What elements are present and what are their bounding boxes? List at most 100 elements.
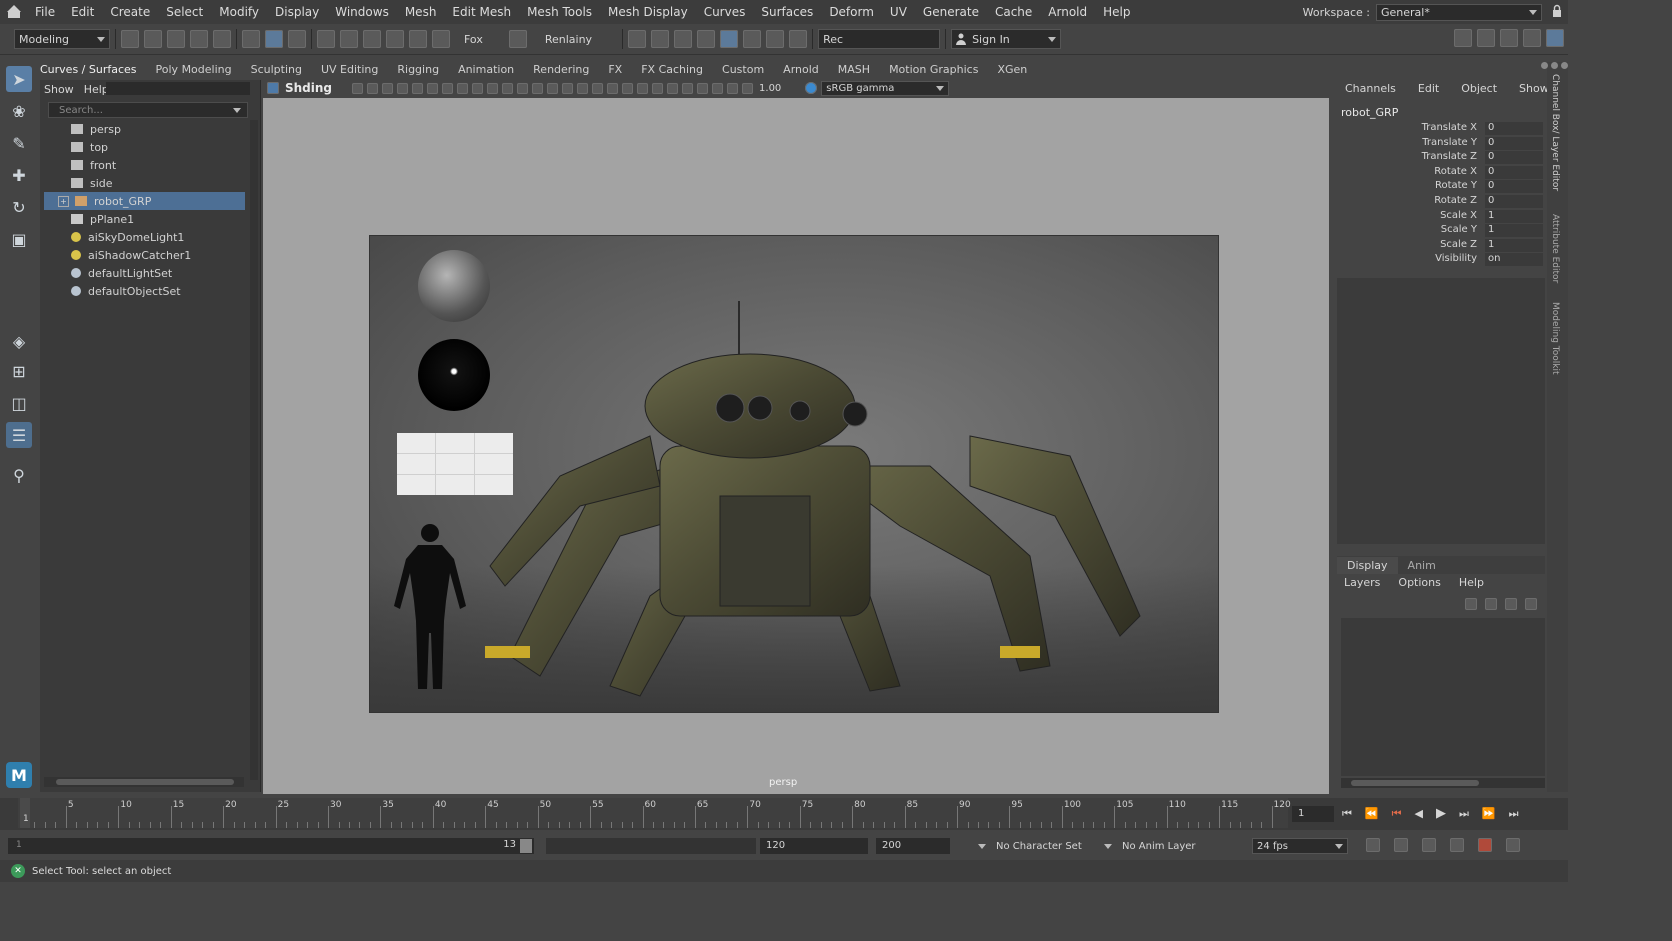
menu-help[interactable]: Help xyxy=(1103,5,1130,19)
snap-grid-icon[interactable] xyxy=(317,30,335,48)
channel-row[interactable]: Translate Y 0 xyxy=(1333,136,1545,151)
outliner-menu-help[interactable]: Help xyxy=(84,83,109,96)
menu-edit-mesh[interactable]: Edit Mesh xyxy=(452,5,511,19)
channel-row[interactable]: Scale Y 1 xyxy=(1333,224,1545,238)
rotate-tool-button[interactable]: ↻ xyxy=(6,194,32,220)
outliner-filter-field[interactable] xyxy=(106,82,250,95)
menu-set-dropdown[interactable]: Modeling xyxy=(14,29,110,49)
tool-settings-icon[interactable] xyxy=(1500,29,1518,47)
menu-mesh-display[interactable]: Mesh Display xyxy=(608,5,688,19)
outliner-item[interactable]: front xyxy=(44,156,245,174)
lasso-tool-button[interactable]: ❀ xyxy=(6,98,32,124)
channel-value[interactable]: 0 xyxy=(1485,122,1543,135)
snap-pivot-icon[interactable] xyxy=(432,30,450,48)
shelf-tab-fx[interactable]: FX xyxy=(608,63,622,76)
side-tab-attribute-editor[interactable]: Attribute Editor xyxy=(1550,214,1560,283)
backface-icon[interactable] xyxy=(727,82,739,94)
save-scene-icon[interactable] xyxy=(167,30,185,48)
layer-tab-display[interactable]: Display xyxy=(1337,556,1398,574)
step-forward-key-icon[interactable]: ⏩ xyxy=(1482,807,1496,820)
outliner-h-scroll-thumb[interactable] xyxy=(56,779,234,785)
outliner-item[interactable]: + robot_GRP xyxy=(44,192,245,210)
animation-end-field[interactable]: 200 xyxy=(876,838,950,854)
menu-curves[interactable]: Curves xyxy=(704,5,746,19)
preferences-icon[interactable] xyxy=(1506,838,1520,852)
go-to-start-icon[interactable]: ⏮ xyxy=(1342,807,1352,821)
channel-menu-object[interactable]: Object xyxy=(1461,82,1497,95)
color-management-icon[interactable] xyxy=(805,82,818,94)
channel-value[interactable]: 1 xyxy=(1485,224,1543,238)
workspace-selector[interactable]: Workspace : General* xyxy=(1303,3,1542,21)
field-chart-icon[interactable] xyxy=(502,82,514,94)
step-back-frame-icon[interactable]: ⏮ xyxy=(1392,807,1402,821)
camera-attributes-icon[interactable] xyxy=(367,82,379,94)
side-tab-modeling-toolkit[interactable]: Modeling Toolkit xyxy=(1550,302,1560,375)
menu-create[interactable]: Create xyxy=(110,5,150,19)
shelf-tab-fx-caching[interactable]: FX Caching xyxy=(641,63,703,76)
channel-value[interactable]: 0 xyxy=(1485,151,1543,165)
channel-value[interactable]: 1 xyxy=(1485,209,1543,223)
layers-menu-layers[interactable]: Layers xyxy=(1344,576,1380,589)
move-layer-down-icon[interactable] xyxy=(1485,598,1497,610)
select-camera-icon[interactable] xyxy=(352,82,364,94)
menu-arnold[interactable]: Arnold xyxy=(1048,5,1087,19)
menu-uv[interactable]: UV xyxy=(890,5,907,19)
record-icon[interactable] xyxy=(1478,838,1492,852)
attribute-editor-icon[interactable] xyxy=(1523,29,1541,47)
open-scene-icon[interactable] xyxy=(144,30,162,48)
render-view-icon[interactable] xyxy=(720,30,739,48)
safe-action-icon[interactable] xyxy=(517,82,529,94)
channel-row[interactable]: Rotate Z 0 xyxy=(1333,195,1545,209)
channel-row[interactable]: Visibility on xyxy=(1333,253,1545,267)
gate-mask-icon[interactable] xyxy=(487,82,499,94)
channel-value[interactable]: 0 xyxy=(1485,136,1543,150)
shelf-tab-motion-graphics[interactable]: Motion Graphics xyxy=(889,63,978,76)
shelf-tab-custom[interactable]: Custom xyxy=(722,63,764,76)
grease-pencil-icon[interactable] xyxy=(427,82,439,94)
outliner-h-scrollbar[interactable] xyxy=(44,777,244,787)
shelf-tab-sculpting[interactable]: Sculpting xyxy=(251,63,302,76)
render-settings-icon[interactable] xyxy=(674,30,693,48)
paint-select-button[interactable]: ✎ xyxy=(6,130,32,156)
layout-two-button[interactable]: ◫ xyxy=(6,390,32,416)
smooth-shade-icon[interactable] xyxy=(562,82,574,94)
channel-value[interactable]: 0 xyxy=(1485,195,1543,208)
motion-blur-icon[interactable] xyxy=(637,82,649,94)
menu-edit[interactable]: Edit xyxy=(71,5,94,19)
auto-key-icon[interactable] xyxy=(1450,838,1464,852)
anim-layer-dropdown[interactable]: No Anim Layer xyxy=(1104,838,1196,854)
anti-aliasing-icon[interactable] xyxy=(652,82,664,94)
shelf-tab-curves-surfaces[interactable]: Curves / Surfaces xyxy=(40,63,137,76)
ipr-render-icon[interactable] xyxy=(651,30,670,48)
channel-row[interactable]: Scale X 1 xyxy=(1333,209,1545,224)
channel-menu-edit[interactable]: Edit xyxy=(1418,82,1439,95)
range-end-field[interactable]: 120 xyxy=(760,838,868,854)
current-frame-field[interactable]: 1 xyxy=(1292,806,1334,822)
new-layer-selected-icon[interactable] xyxy=(1525,598,1537,610)
rec-field[interactable]: Rec xyxy=(818,29,941,49)
sound-icon[interactable] xyxy=(1422,838,1436,852)
range-slider-handle[interactable] xyxy=(520,839,532,853)
panel-label[interactable]: Shding xyxy=(285,81,332,95)
workspace-dropdown[interactable]: General* xyxy=(1376,3,1542,21)
undo-icon[interactable] xyxy=(190,30,208,48)
sidebar-toggle-icon[interactable] xyxy=(1454,29,1472,47)
channel-row[interactable]: Scale Z 1 xyxy=(1333,238,1545,253)
outliner-item[interactable]: defaultLightSet xyxy=(44,264,245,282)
modeling-toolkit-icon[interactable] xyxy=(789,30,808,48)
use-all-lights-icon[interactable] xyxy=(592,82,604,94)
menu-generate[interactable]: Generate xyxy=(923,5,979,19)
side-tab-channel-box[interactable]: Channel Box/ Layer Editor xyxy=(1550,74,1560,191)
shelf-tab-arnold[interactable]: Arnold xyxy=(783,63,819,76)
exposure-icon[interactable] xyxy=(742,82,754,94)
ambient-occlusion-icon[interactable] xyxy=(622,82,634,94)
outliner-item[interactable]: side xyxy=(44,174,245,192)
outliner-menu-show[interactable]: Show xyxy=(44,83,74,96)
go-to-end-icon[interactable]: ⏭ xyxy=(1509,807,1519,821)
search-button[interactable]: ⚲ xyxy=(6,462,32,488)
xray-active-icon[interactable] xyxy=(712,82,724,94)
character-controls-icon[interactable] xyxy=(1477,29,1495,47)
channel-menu-channels[interactable]: Channels xyxy=(1345,82,1396,95)
move-tool-button[interactable]: ✚ xyxy=(6,162,32,188)
outliner-search-input[interactable]: Search... xyxy=(48,102,248,118)
